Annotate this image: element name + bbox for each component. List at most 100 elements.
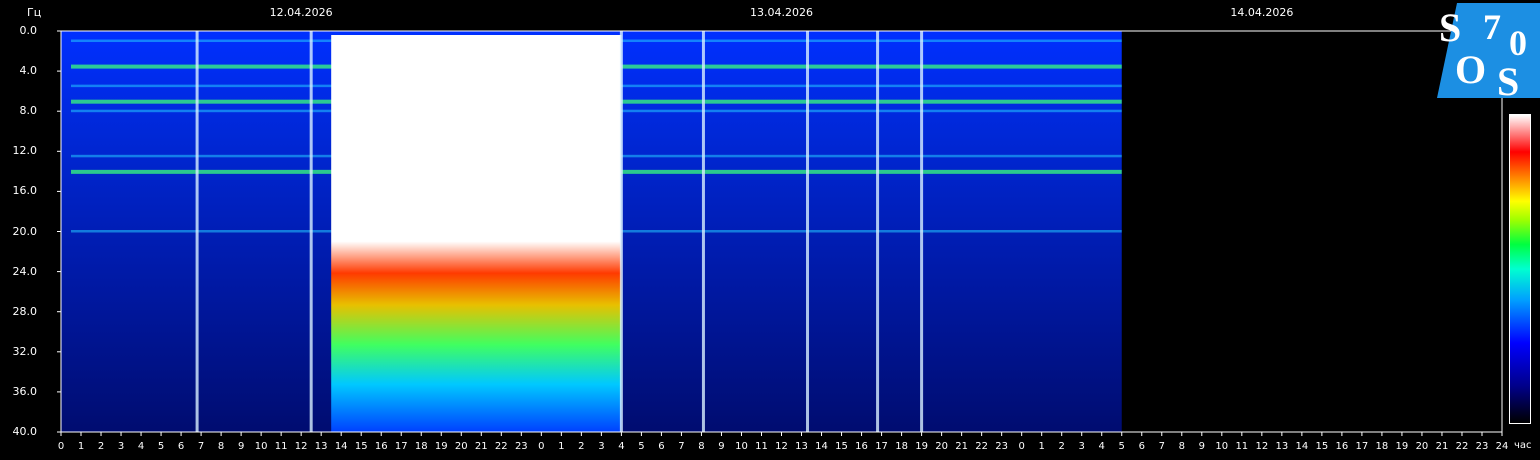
x-tick-label: 17 bbox=[875, 441, 888, 452]
x-tick-label: 23 bbox=[995, 441, 1009, 452]
x-tick-label: 6 bbox=[177, 441, 185, 452]
date-label: 12.04.2026 bbox=[269, 6, 333, 19]
x-tick-label: 14 bbox=[815, 441, 828, 452]
x-tick-label: 23 bbox=[514, 441, 528, 452]
x-tick-label: 15 bbox=[835, 441, 848, 452]
x-tick-label: 8 bbox=[217, 441, 225, 452]
x-tick-label: 18 bbox=[1375, 441, 1389, 452]
date-label: 13.04.2026 bbox=[750, 6, 813, 19]
spectrogram-chart bbox=[57, 30, 1503, 436]
y-tick-label: 40.0 bbox=[12, 425, 38, 438]
x-tick-label: 10 bbox=[254, 441, 268, 452]
x-tick-label: 13 bbox=[314, 441, 328, 452]
x-tick-label: 8 bbox=[698, 441, 705, 452]
x-tick-label: 4 bbox=[1098, 441, 1105, 452]
x-tick-label: 12 bbox=[294, 441, 308, 452]
x-tick-label: 24 bbox=[1495, 441, 1509, 452]
spike-line bbox=[876, 31, 880, 432]
x-tick-label: 14 bbox=[334, 441, 348, 452]
x-tick-label: 10 bbox=[735, 441, 748, 452]
x-tick-label: 11 bbox=[1235, 441, 1249, 452]
spike-line bbox=[806, 31, 810, 432]
x-tick-label: 22 bbox=[975, 441, 988, 452]
x-tick-label: 6 bbox=[658, 441, 665, 452]
y-tick-label: 28.0 bbox=[12, 304, 38, 318]
x-tick-label: 19 bbox=[915, 441, 928, 452]
x-tick-label: 5 bbox=[638, 441, 645, 452]
y-tick-label: 24.0 bbox=[12, 264, 38, 278]
spike-line bbox=[195, 31, 199, 432]
x-tick-label: 22 bbox=[494, 441, 508, 452]
x-tick-label: 16 bbox=[1335, 441, 1349, 452]
x-tick-label: 7 bbox=[678, 441, 685, 452]
x-tick-label: 13 bbox=[795, 441, 808, 452]
y-tick-label: 32.0 bbox=[12, 344, 38, 358]
svg-text:O: O bbox=[1455, 47, 1486, 92]
x-tick-label: 2 bbox=[97, 441, 105, 452]
svg-text:0: 0 bbox=[1509, 23, 1527, 63]
x-tick-label: 1 bbox=[558, 441, 565, 452]
x-tick-label: 15 bbox=[354, 441, 368, 452]
x-tick-label: 18 bbox=[414, 441, 428, 452]
sos70-logo: S 7 0 O S bbox=[1437, 3, 1540, 98]
spike-line bbox=[920, 31, 924, 432]
x-tick-label: 4 bbox=[137, 441, 145, 452]
x-tick-label: 1 bbox=[1038, 441, 1045, 452]
x-axis-unit: час bbox=[1514, 440, 1532, 451]
x-tick-label: 3 bbox=[117, 441, 125, 452]
x-tick-label: 7 bbox=[1158, 441, 1165, 452]
x-tick-label: 0 bbox=[538, 441, 545, 452]
x-tick-label: 11 bbox=[755, 441, 768, 452]
x-tick-label: 4 bbox=[618, 441, 625, 452]
x-tick-label: 5 bbox=[157, 441, 165, 452]
y-axis-unit: Гц bbox=[27, 6, 42, 19]
color-scale-bar bbox=[1509, 114, 1531, 424]
high-intensity-region bbox=[331, 35, 622, 432]
x-tick-label: 17 bbox=[394, 441, 408, 452]
x-tick-label: 23 bbox=[1475, 441, 1489, 452]
x-tick-label: 9 bbox=[1198, 441, 1205, 452]
x-tick-label: 21 bbox=[955, 441, 968, 452]
x-tick-label: 2 bbox=[578, 441, 585, 452]
x-tick-label: 3 bbox=[1078, 441, 1085, 452]
x-tick-label: 20 bbox=[935, 441, 948, 452]
svg-text:S: S bbox=[1497, 59, 1519, 98]
x-tick-label: 12 bbox=[1255, 441, 1269, 452]
x-tick-label: 1 bbox=[77, 441, 85, 452]
x-tick-label: 12 bbox=[775, 441, 788, 452]
spike-line bbox=[309, 31, 313, 432]
y-tick-label: 4.0 bbox=[19, 64, 38, 78]
x-tick-label: 13 bbox=[1275, 441, 1289, 452]
x-tick-label: 19 bbox=[1395, 441, 1409, 452]
x-tick-label: 20 bbox=[1415, 441, 1429, 452]
x-tick-label: 18 bbox=[895, 441, 908, 452]
x-tick-label: 22 bbox=[1455, 441, 1469, 452]
svg-text:S: S bbox=[1439, 5, 1461, 50]
x-tick-label: 11 bbox=[274, 441, 288, 452]
x-tick-label: 9 bbox=[718, 441, 725, 452]
y-tick-label: 36.0 bbox=[12, 384, 38, 398]
x-tick-label: 5 bbox=[1118, 441, 1125, 452]
x-tick-label: 0 bbox=[1018, 441, 1025, 452]
x-tick-label: 15 bbox=[1315, 441, 1329, 452]
y-tick-label: 8.0 bbox=[19, 104, 38, 118]
x-tick-label: 6 bbox=[1138, 441, 1145, 452]
x-tick-label: 0 bbox=[57, 441, 65, 452]
x-tick-label: 14 bbox=[1295, 441, 1309, 452]
x-tick-label: 16 bbox=[374, 441, 388, 452]
x-tick-label: 16 bbox=[855, 441, 868, 452]
x-tick-label: 7 bbox=[197, 441, 205, 452]
x-tick-label: 9 bbox=[237, 441, 245, 452]
x-tick-label: 21 bbox=[474, 441, 488, 452]
x-tick-label: 3 bbox=[598, 441, 605, 452]
x-tick-label: 8 bbox=[1178, 441, 1185, 452]
y-tick-label: 16.0 bbox=[12, 184, 38, 198]
x-tick-label: 10 bbox=[1215, 441, 1229, 452]
y-tick-label: 20.0 bbox=[12, 224, 38, 238]
spike-line bbox=[619, 31, 623, 432]
x-tick-label: 20 bbox=[454, 441, 468, 452]
spike-line bbox=[701, 31, 705, 432]
y-tick-label: 12.0 bbox=[12, 144, 38, 158]
x-tick-label: 17 bbox=[1355, 441, 1369, 452]
x-tick-label: 2 bbox=[1058, 441, 1065, 452]
